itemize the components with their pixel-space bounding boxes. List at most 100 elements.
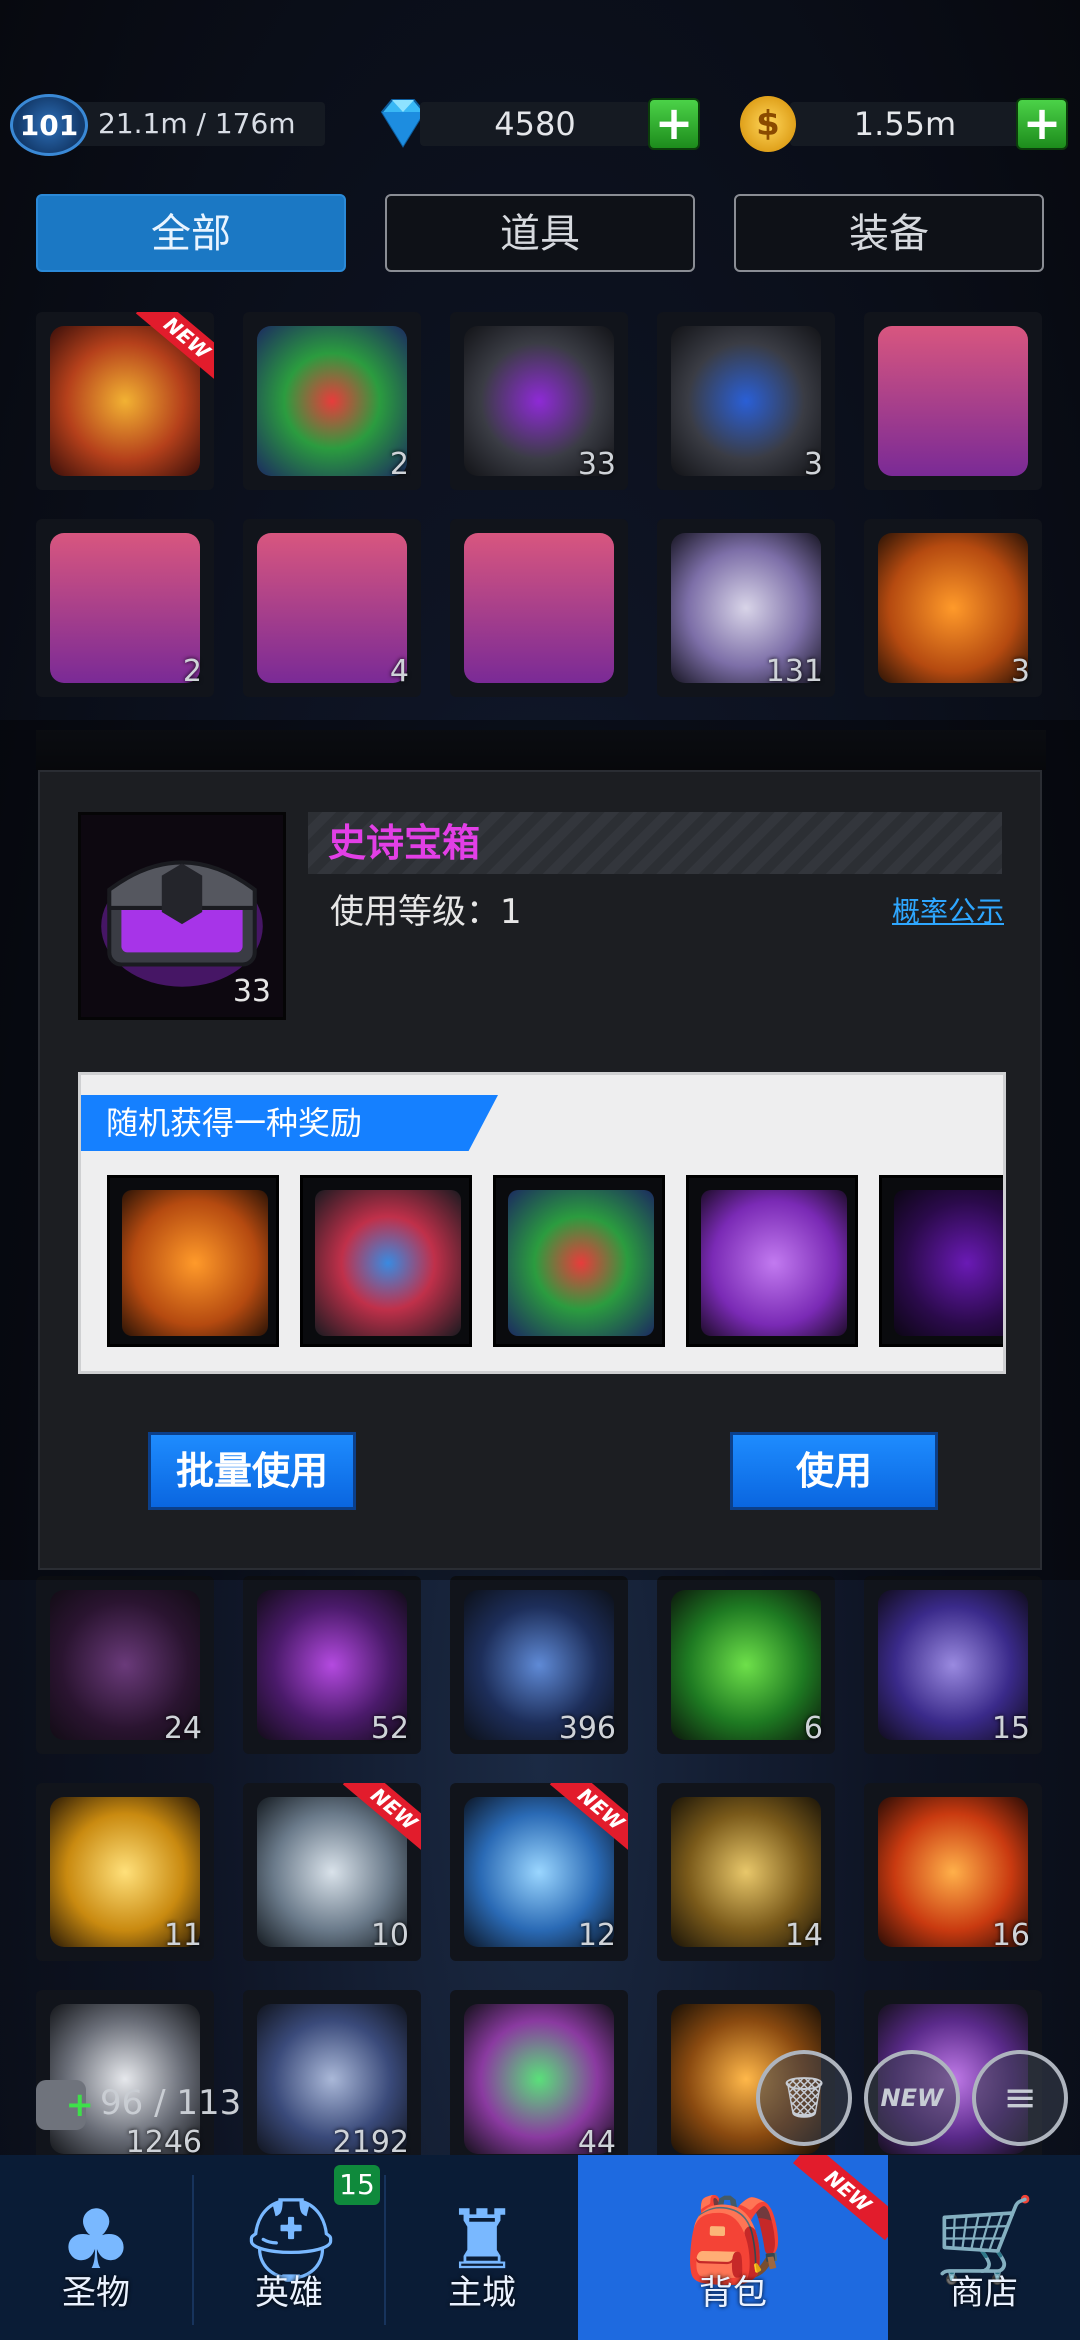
level-text: 101 — [19, 108, 79, 142]
inventory-screen: 21.1m / 176m 101 4580 + 1.55m $ + 全部 道具 … — [0, 0, 1080, 2340]
inventory-item[interactable]: 12 NEW — [450, 1783, 628, 1961]
add-gold-button[interactable]: + — [1016, 98, 1068, 150]
inventory-item[interactable]: 10 NEW — [243, 1783, 421, 1961]
item-count: 2 — [389, 447, 409, 482]
card-pack-icon — [878, 326, 1028, 476]
probability-link[interactable]: 概率公示 — [892, 890, 1004, 930]
gold-counter: 1.55m — [790, 102, 1020, 146]
item-count: 33 — [232, 974, 271, 1009]
tab-items[interactable]: 道具 — [385, 194, 695, 272]
nav-shop-label: 商店 — [950, 2273, 1018, 2313]
inventory-item[interactable]: 3 — [657, 312, 835, 490]
inventory-item[interactable]: 52 — [243, 1576, 421, 1754]
paw-ticket-icon — [878, 533, 1028, 683]
capacity-text: 96 / 113 — [100, 2083, 242, 2123]
category-tabs: 全部 道具 装备 — [36, 194, 1044, 272]
inventory-item[interactable]: 2192 — [243, 1990, 421, 2168]
bag-expand-icon[interactable] — [36, 2070, 94, 2140]
gem-count-text: 4580 — [494, 105, 576, 143]
item-title: 史诗宝箱 — [328, 821, 481, 865]
inventory-item[interactable]: 396 — [450, 1576, 628, 1754]
item-count: 3 — [1010, 654, 1030, 689]
card-pack-icon — [464, 533, 614, 683]
nav-castle[interactable]: ♜ 主城 — [386, 2155, 578, 2340]
nav-relics[interactable]: ♣ 圣物 — [0, 2155, 192, 2340]
item-count: 24 — [163, 1711, 202, 1746]
item-count: 2 — [182, 654, 202, 689]
bottom-nav: ♣ 圣物 ⛑ 英雄 15 ♜ 主城 🎒 背包 NEW 🛒 商店 — [0, 2155, 1080, 2340]
trash-icon[interactable]: 🗑 — [756, 2050, 852, 2146]
bag-capacity: 96 / 113 — [36, 2068, 242, 2140]
inventory-item[interactable]: NEW — [36, 312, 214, 490]
item-count: 3 — [803, 447, 823, 482]
card-pack-icon — [257, 533, 407, 683]
inventory-item[interactable] — [450, 519, 628, 697]
nav-shop[interactable]: 🛒 商店 — [888, 2155, 1080, 2340]
tab-equipment[interactable]: 装备 — [734, 194, 1044, 272]
orange-paw-ticket-icon — [122, 1190, 268, 1336]
inventory-item[interactable]: 44 — [450, 1990, 628, 2168]
mystery-gem-icon — [508, 1190, 654, 1336]
inventory-item[interactable]: 33 — [450, 312, 628, 490]
reward-panel: 随机获得一种奖励 — [78, 1072, 1006, 1374]
nav-bag-label: 背包 — [699, 2273, 767, 2313]
inventory-item[interactable]: 16 — [864, 1783, 1042, 1961]
gem-cluster-icon — [315, 1190, 461, 1336]
item-count: 33 — [577, 447, 616, 482]
nav-castle-label: 主城 — [448, 2273, 516, 2313]
batch-use-button[interactable]: 批量使用 — [148, 1432, 356, 1510]
new-filter-icon[interactable]: NEW — [864, 2050, 960, 2146]
inventory-item[interactable]: 4 — [243, 519, 421, 697]
inventory-item[interactable]: 11 — [36, 1783, 214, 1961]
item-count: 10 — [370, 1918, 409, 1953]
item-count: 15 — [991, 1711, 1030, 1746]
use-button[interactable]: 使用 — [730, 1432, 938, 1510]
add-gems-button[interactable]: + — [648, 98, 700, 150]
item-count: 52 — [370, 1711, 409, 1746]
inventory-item[interactable]: 24 — [36, 1576, 214, 1754]
green-emblem-icon — [671, 1590, 821, 1740]
inventory-item[interactable] — [864, 312, 1042, 490]
player-level-badge[interactable]: 101 — [10, 94, 88, 156]
inventory-item[interactable]: 14 — [657, 1783, 835, 1961]
stack-icon[interactable]: ≡ — [972, 2050, 1068, 2146]
blue-chest-icon — [671, 326, 821, 476]
reward-item[interactable] — [493, 1175, 665, 1347]
inventory-item[interactable]: 6 — [657, 1576, 835, 1754]
reward-item[interactable] — [879, 1175, 1003, 1347]
gold-count-text: 1.55m — [853, 105, 957, 143]
inventory-item[interactable]: 15 — [864, 1576, 1042, 1754]
item-count: 131 — [765, 654, 823, 689]
inventory-item[interactable]: 3 — [864, 519, 1042, 697]
inventory-item[interactable]: 131 — [657, 519, 835, 697]
exp-counter: 21.1m / 176m — [70, 102, 325, 146]
item-count: 396 — [558, 1711, 616, 1746]
new-badge: NEW — [793, 2155, 888, 2241]
gem-counter: 4580 — [420, 102, 650, 146]
item-count: 11 — [163, 1918, 202, 1953]
inventory-item[interactable]: 2 — [243, 312, 421, 490]
inventory-item[interactable]: 2 — [36, 519, 214, 697]
heroes-badge: 15 — [334, 2165, 380, 2205]
reward-item[interactable] — [300, 1175, 472, 1347]
nav-bag[interactable]: 🎒 背包 NEW — [578, 2155, 888, 2340]
card-pack-icon — [50, 533, 200, 683]
selected-item-slot: 33 — [78, 812, 286, 1020]
item-count: 16 — [991, 1918, 1030, 1953]
tab-all[interactable]: 全部 — [36, 194, 346, 272]
coin-icon: $ — [740, 96, 796, 152]
item-title-bar: 史诗宝箱 — [308, 812, 1002, 874]
item-detail-modal: 33 史诗宝箱 使用等级：1 概率公示 随机获得一种奖励 批量使用 使用 — [38, 770, 1042, 1570]
reward-header-text: 随机获得一种奖励 — [106, 1104, 363, 1142]
reward-header: 随机获得一种奖励 — [81, 1095, 498, 1151]
item-count: 12 — [577, 1918, 616, 1953]
nav-heroes-label: 英雄 — [255, 2273, 323, 2313]
item-count: 6 — [803, 1711, 823, 1746]
use-level: 使用等级：1 — [330, 892, 522, 932]
reward-item[interactable] — [686, 1175, 858, 1347]
exp-text: 21.1m / 176m — [98, 107, 296, 140]
question-mark-icon — [894, 1190, 1003, 1336]
item-count: 4 — [389, 654, 409, 689]
purple-paw-ticket-icon — [701, 1190, 847, 1336]
reward-item[interactable] — [107, 1175, 279, 1347]
